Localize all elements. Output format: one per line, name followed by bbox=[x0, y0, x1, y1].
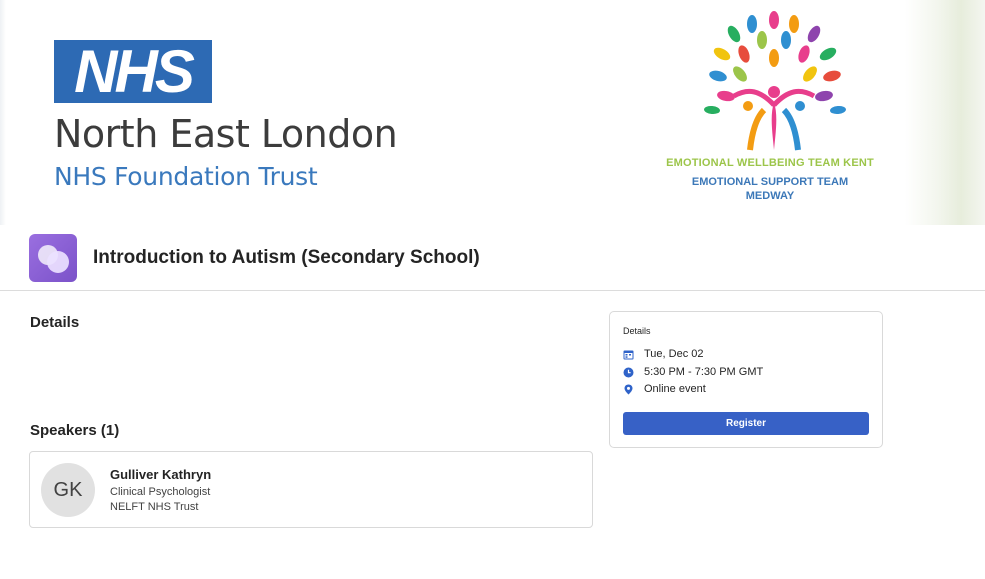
event-time: 5:30 PM - 7:30 PM GMT bbox=[644, 366, 764, 378]
org-subtitle: NHS Foundation Trust bbox=[54, 162, 318, 191]
tree-figures bbox=[732, 86, 816, 151]
speaker-card[interactable]: GK Gulliver Kathryn Clinical Psychologis… bbox=[29, 451, 593, 528]
speaker-role: Clinical Psychologist bbox=[110, 486, 211, 498]
event-date: Tue, Dec 02 bbox=[644, 348, 704, 360]
location-pin-icon bbox=[623, 384, 634, 395]
event-location-row: Online event bbox=[623, 382, 706, 396]
speakers-heading: Speakers (1) bbox=[30, 422, 120, 439]
partner-name-line1: EMOTIONAL WELLBEING TEAM KENT bbox=[666, 157, 874, 169]
event-banner: NHS North East London NHS Foundation Tru… bbox=[0, 0, 985, 225]
tree-leaves bbox=[704, 11, 846, 115]
nhs-logo: NHS bbox=[54, 40, 212, 103]
register-button[interactable]: Register bbox=[623, 412, 869, 435]
wellbeing-tree-logo bbox=[704, 11, 846, 151]
details-card-title: Details bbox=[623, 326, 651, 336]
speaker-organization: NELFT NHS Trust bbox=[110, 501, 199, 513]
event-date-row: Tue, Dec 02 bbox=[623, 347, 704, 361]
details-heading: Details bbox=[30, 314, 80, 331]
nhs-logo-text: NHS bbox=[74, 37, 195, 105]
avatar: GK bbox=[41, 463, 95, 517]
banner-edge bbox=[0, 0, 6, 225]
calendar-icon bbox=[623, 349, 634, 360]
event-location: Online event bbox=[644, 383, 706, 395]
event-time-row: 5:30 PM - 7:30 PM GMT bbox=[623, 365, 763, 379]
partner-name-line2: EMOTIONAL SUPPORT TEAM bbox=[691, 176, 849, 188]
org-name: North East London bbox=[54, 112, 398, 156]
event-icon-bubble bbox=[47, 251, 69, 273]
partner-name-line3: MEDWAY bbox=[745, 190, 795, 202]
clock-icon bbox=[623, 367, 634, 378]
speaker-name: Gulliver Kathryn bbox=[110, 467, 212, 482]
header-divider bbox=[0, 290, 985, 291]
event-title: Introduction to Autism (Secondary School… bbox=[93, 247, 480, 268]
event-bubbles-icon bbox=[29, 234, 77, 282]
event-details-card: Details Tue, Dec 02 5:30 PM - 7:30 PM GM… bbox=[609, 311, 883, 448]
banner-fade bbox=[905, 0, 985, 225]
